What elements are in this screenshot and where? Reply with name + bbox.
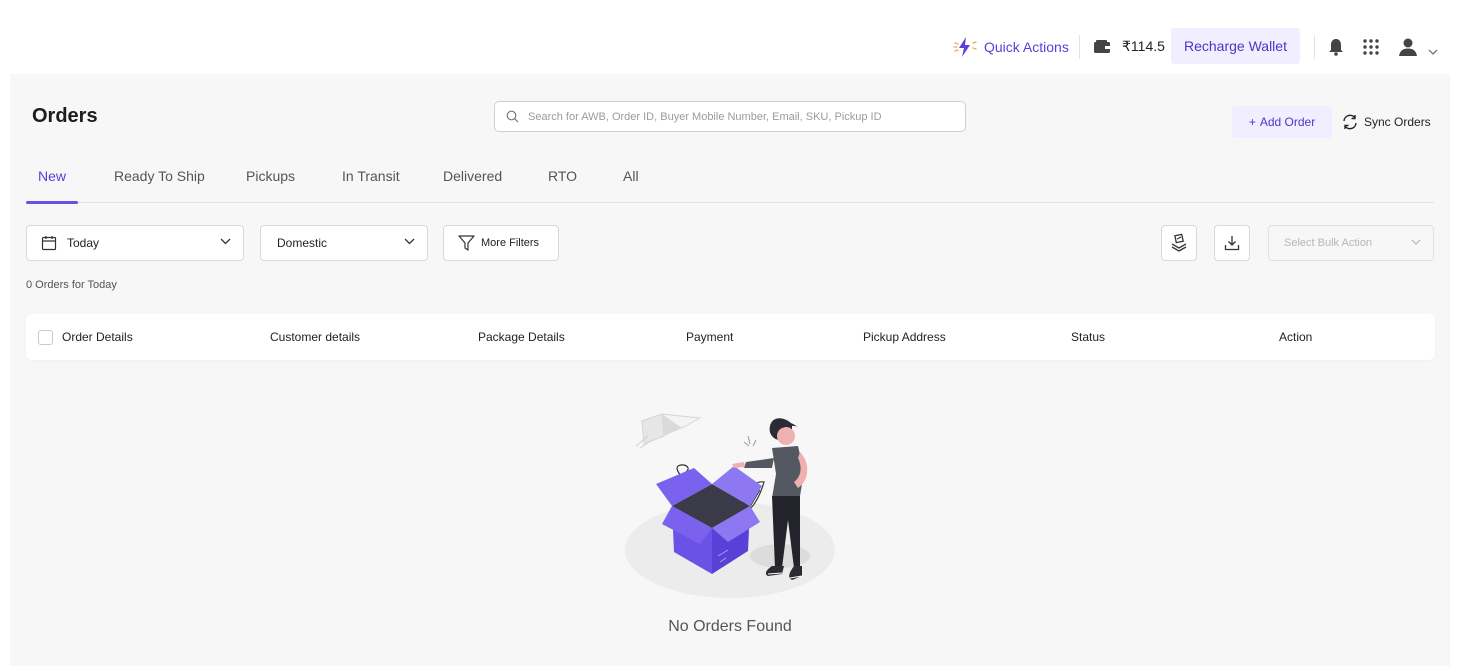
bell-icon[interactable]: [1328, 38, 1344, 61]
add-order-label: Add Order: [1259, 115, 1316, 129]
tab-label: Delivered: [443, 168, 503, 184]
sync-icon: [1343, 114, 1357, 130]
column-header: Customer details: [270, 330, 361, 344]
download-icon: [1224, 236, 1240, 251]
tab-label: In Transit: [342, 168, 400, 184]
sync-orders-button[interactable]: Sync Orders: [1341, 113, 1431, 131]
filter-icon: [458, 235, 475, 251]
tab-rto[interactable]: RTO: [548, 168, 577, 203]
page-title: Orders: [32, 105, 98, 127]
empty-orders-illustration: [625, 413, 835, 598]
wallet-icon: [1094, 40, 1111, 59]
stack-ship-icon: [1171, 233, 1187, 252]
column-header: Order Details: [62, 330, 133, 344]
tab-label: RTO: [548, 168, 578, 184]
tab-pickups[interactable]: Pickups: [246, 168, 295, 203]
search-bar[interactable]: [494, 101, 966, 132]
tab-label: Pickups: [246, 168, 296, 184]
select-all-checkbox[interactable]: [38, 330, 53, 345]
divider: [1079, 35, 1080, 59]
date-filter-value: Today: [67, 236, 100, 250]
lightning-icon: [953, 37, 977, 57]
chevron-down-icon: [404, 238, 415, 245]
order-tabs: New Ready To Ship Pickups In Transit Del…: [26, 168, 1434, 204]
plus-icon: +: [1248, 115, 1256, 129]
tab-in-transit[interactable]: In Transit: [342, 168, 400, 203]
orders-table-header: Order Details Customer details Package D…: [26, 314, 1435, 360]
tab-delivered[interactable]: Delivered: [443, 168, 502, 203]
user-menu[interactable]: [1398, 37, 1418, 62]
search-input[interactable]: [528, 110, 948, 123]
recharge-wallet-button[interactable]: Recharge Wallet: [1171, 28, 1300, 64]
shipment-type-value: Domestic: [277, 236, 328, 250]
column-header: Package Details: [478, 330, 565, 344]
add-order-button[interactable]: + Add Order: [1232, 106, 1332, 138]
wallet-balance: ₹114.5: [1122, 38, 1165, 54]
column-header: Payment: [686, 330, 734, 344]
quick-actions-button[interactable]: Quick Actions: [952, 36, 1069, 58]
column-header: Status: [1071, 330, 1106, 344]
date-filter-dropdown[interactable]: Today: [26, 225, 244, 261]
more-filters-label: More Filters: [481, 237, 540, 249]
sync-orders-label: Sync Orders: [1364, 115, 1431, 129]
tab-all[interactable]: All: [623, 168, 639, 203]
chevron-down-icon: [1411, 239, 1421, 245]
search-icon: [506, 110, 519, 123]
quick-actions-label: Quick Actions: [984, 39, 1069, 55]
tab-label: Ready To Ship: [114, 168, 205, 184]
bulk-ship-button[interactable]: [1161, 225, 1197, 261]
tab-ready-to-ship[interactable]: Ready To Ship: [114, 168, 205, 203]
column-header: Action: [1279, 330, 1313, 344]
shipment-type-dropdown[interactable]: Domestic: [260, 225, 428, 261]
chevron-down-icon[interactable]: [1428, 43, 1438, 61]
more-filters-button[interactable]: More Filters: [443, 225, 559, 261]
user-icon: [1399, 38, 1417, 56]
download-button[interactable]: [1214, 225, 1250, 261]
empty-state-message: No Orders Found: [668, 618, 792, 635]
bulk-action-placeholder: Select Bulk Action: [1284, 237, 1373, 249]
top-header: Quick Actions ₹114.5 Recharge Wallet: [0, 0, 1460, 74]
divider: [1314, 35, 1315, 59]
orders-panel: Orders + Add Order Sync Orders New Ready…: [10, 74, 1450, 666]
apps-grid-icon[interactable]: [1362, 38, 1380, 61]
orders-count: 0 Orders for Today: [26, 279, 117, 291]
active-tab-indicator: [26, 201, 78, 204]
tab-label: New: [38, 168, 67, 184]
chevron-down-icon: [220, 238, 231, 245]
bulk-action-select[interactable]: Select Bulk Action: [1268, 225, 1434, 261]
tab-new[interactable]: New: [26, 168, 78, 204]
tab-label: All: [623, 168, 639, 184]
column-header: Pickup Address: [863, 330, 946, 344]
calendar-icon: [41, 236, 57, 251]
